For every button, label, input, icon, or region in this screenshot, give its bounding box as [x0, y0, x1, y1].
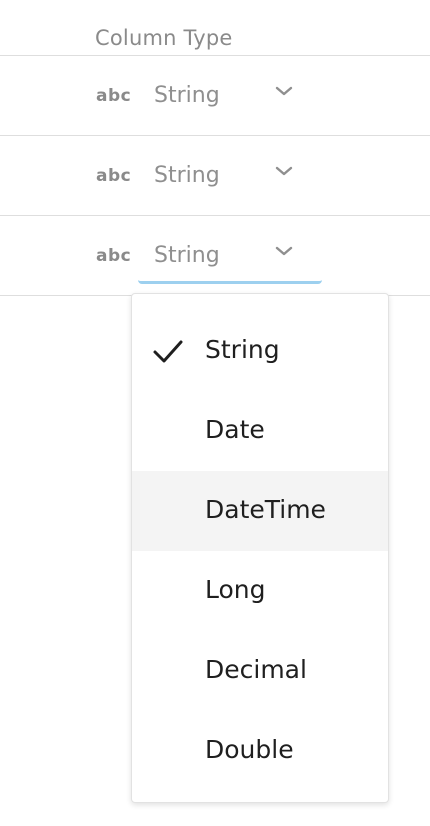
string-type-icon: abc	[96, 166, 132, 186]
string-type-icon: abc	[96, 86, 132, 106]
column-type-value: String	[154, 83, 220, 108]
check-icon	[153, 340, 183, 363]
option-label: Double	[205, 735, 294, 764]
column-type-header: Column Type	[0, 0, 430, 56]
column-type-select[interactable]: String	[138, 72, 322, 124]
column-type-heading: Column Type	[95, 26, 233, 50]
option-label: DateTime	[205, 495, 326, 524]
option-label: Long	[205, 575, 266, 604]
column-row: abc String	[0, 216, 430, 296]
option-label: String	[205, 335, 280, 364]
dropdown-option-date[interactable]: Date	[132, 391, 388, 471]
column-row: abc String	[0, 136, 430, 216]
column-type-select[interactable]: String	[138, 152, 322, 204]
string-type-icon: abc	[96, 246, 132, 266]
option-label: Decimal	[205, 655, 307, 684]
column-type-select[interactable]: String	[138, 232, 322, 284]
column-row: abc String	[0, 56, 430, 136]
dropdown-option-double[interactable]: Double	[132, 711, 388, 791]
option-label: Date	[205, 415, 265, 444]
column-type-value: String	[154, 243, 220, 268]
chevron-down-icon	[275, 86, 293, 96]
chevron-down-icon	[275, 166, 293, 176]
column-type-value: String	[154, 163, 220, 188]
dropdown-option-datetime[interactable]: DateTime	[132, 471, 388, 551]
chevron-down-icon	[275, 246, 293, 256]
column-type-dropdown-menu: String Date DateTime Long Decimal Double	[131, 293, 389, 803]
dropdown-option-decimal[interactable]: Decimal	[132, 631, 388, 711]
dropdown-option-string[interactable]: String	[132, 311, 388, 391]
dropdown-option-long[interactable]: Long	[132, 551, 388, 631]
